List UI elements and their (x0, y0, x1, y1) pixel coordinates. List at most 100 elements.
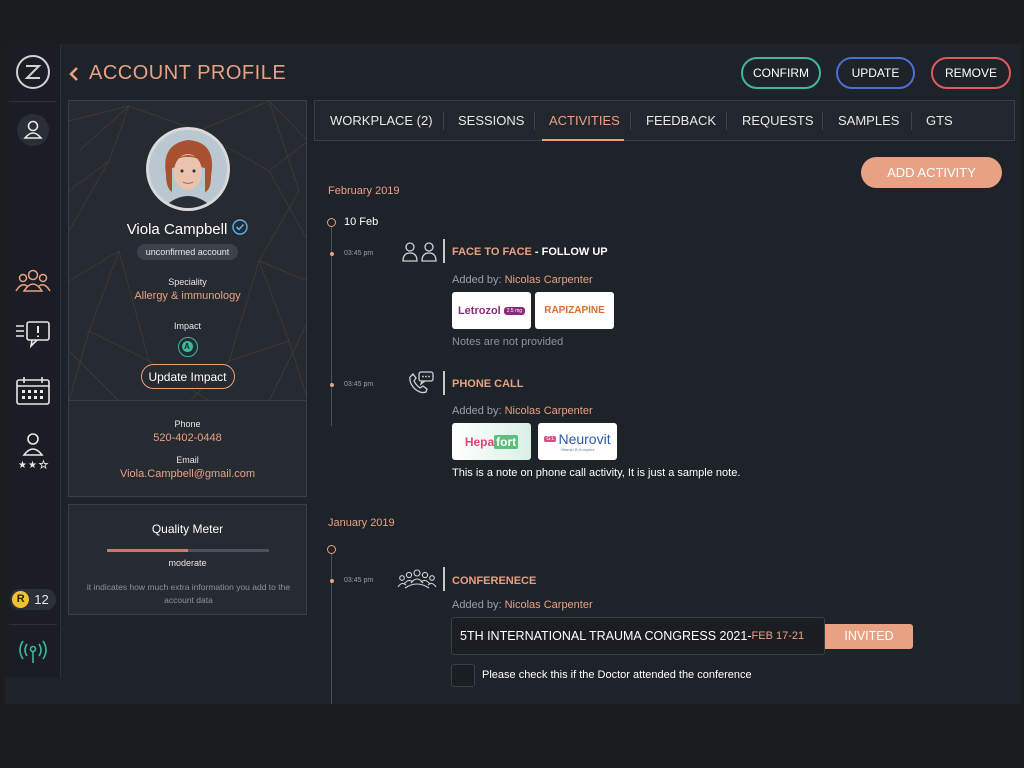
activity-title: FACE TO FACE - FOLLOW UP (452, 246, 608, 258)
points-coin-icon: R (12, 590, 30, 608)
quality-level: moderate (168, 558, 207, 568)
day-marker (327, 218, 336, 227)
phone-value[interactable]: 520-402-0448 (69, 432, 306, 444)
email-label: Email (176, 455, 199, 465)
add-activity-button[interactable]: ADD ACTIVITY (861, 157, 1002, 188)
added-by-prefix: Added by: (452, 599, 505, 611)
quality-meter-track (107, 549, 269, 552)
neurovit-tag: G:L (544, 436, 557, 442)
tab-workplace[interactable]: WORKPLACE (2) (330, 101, 433, 140)
activity-dot (330, 383, 334, 387)
avatar (69, 126, 306, 217)
conference-name: 5TH INTERNATIONAL TRAUMA CONGRESS 2021 (460, 629, 748, 643)
conference-dates: FEB 17-21 (751, 630, 805, 642)
update-impact-button[interactable]: Update Impact (140, 364, 235, 389)
quality-meter-fill (107, 549, 188, 552)
activity-note: Notes are not provided (452, 336, 564, 348)
hepafort-logo-suffix: fort (494, 434, 519, 449)
day-marker (327, 545, 336, 554)
impact-badge: A (69, 337, 306, 362)
activity-accent-bar (443, 239, 445, 263)
face-to-face-icon (400, 240, 440, 264)
activity-title-separator: - (531, 246, 542, 258)
account-status-badge: unconfirmed account (136, 244, 239, 260)
speciality-label: Speciality (168, 277, 207, 287)
quality-description: it indicates how much extra information … (86, 582, 291, 605)
activity-subtype: FOLLOW UP (541, 246, 608, 258)
added-by: Added by: Nicolas Carpenter (452, 405, 593, 417)
alert-message-icon[interactable] (5, 316, 61, 352)
logo-icon[interactable] (5, 52, 61, 92)
phone-label: Phone (174, 419, 201, 429)
calendar-icon[interactable] (5, 373, 61, 409)
activity-dot (330, 579, 334, 583)
svg-text:★: ★ (18, 460, 27, 471)
svg-text:★: ★ (39, 460, 48, 471)
user-icon[interactable] (5, 112, 61, 148)
tab-requests[interactable]: REQUESTS (742, 101, 814, 140)
product-logo-letrozol[interactable]: Letrozol 2.5 mg (452, 292, 531, 329)
conference-icon (397, 568, 437, 592)
tab-sessions[interactable]: SESSIONS (458, 101, 524, 140)
impact-label: Impact (173, 321, 201, 331)
remove-button[interactable]: REMOVE (931, 57, 1011, 89)
signal-icon[interactable] (5, 636, 61, 666)
tab-samples[interactable]: SAMPLES (838, 101, 899, 140)
back-chevron-icon[interactable] (68, 62, 82, 86)
added-by-prefix: Added by: (452, 274, 505, 286)
conference-card[interactable]: 5TH INTERNATIONAL TRAUMA CONGRESS 2021 -… (451, 617, 825, 655)
activity-note: This is a note on phone call activity, I… (452, 467, 741, 479)
added-by: Added by: Nicolas Carpenter (452, 599, 593, 611)
month-header: February 2019 (328, 185, 400, 197)
neurovit-subtitle: Vitamin B-Komplex (560, 447, 595, 452)
product-logo-neurovit[interactable]: G:L Neurovit Vitamin B-Komplex (538, 423, 617, 460)
added-by: Added by: Nicolas Carpenter (452, 274, 593, 286)
hepafort-logo-text: Hepa (464, 434, 495, 449)
activity-time: 03:45 pm (344, 381, 374, 388)
activity-type: FACE TO FACE (452, 246, 532, 258)
profile-name: Viola Campbell (126, 220, 228, 238)
sidebar: ★ ★ ★ R 12 (5, 44, 61, 678)
tab-activities[interactable]: ACTIVITIES (549, 101, 620, 140)
activity-time: 03:45 pm (344, 577, 374, 584)
activity-time: 03:45 pm (344, 250, 374, 257)
speciality-value: Allergy & immunology (134, 290, 241, 302)
month-header: January 2019 (328, 517, 395, 529)
tab-gts[interactable]: GTS (926, 101, 953, 140)
users-group-icon[interactable] (5, 262, 61, 298)
rated-user-icon[interactable]: ★ ★ ★ (5, 430, 61, 472)
activity-accent-bar (443, 371, 445, 395)
confirm-button[interactable]: CONFIRM (741, 57, 821, 89)
neurovit-logo-text: Neurovit (558, 431, 611, 447)
activity-dot (330, 252, 334, 256)
rapizapine-logo-text: RAPIZAPINE (544, 305, 605, 316)
update-button[interactable]: UPDATE (836, 57, 915, 89)
points-value: 12 (34, 591, 49, 607)
points-badge: R 12 (5, 588, 61, 610)
invite-status-badge: INVITED (825, 624, 913, 649)
page-title: ACCOUNT PROFILE (89, 62, 287, 84)
added-by-name[interactable]: Nicolas Carpenter (505, 405, 593, 417)
attended-checkbox[interactable] (451, 664, 475, 687)
quality-meter-card: Quality Meter moderate it indicates how … (68, 504, 307, 615)
product-logo-rapizapine[interactable]: RAPIZAPINE (535, 292, 614, 329)
verified-check-icon (232, 218, 249, 240)
letrozol-logo-text: Letrozol (457, 304, 501, 317)
activity-title: PHONE CALL (452, 378, 524, 390)
email-value[interactable]: Viola.Campbell@gmail.com (69, 468, 306, 480)
added-by-prefix: Added by: (452, 405, 505, 417)
quality-meter-title: Quality Meter (151, 522, 224, 536)
activity-accent-bar (443, 567, 445, 591)
product-logo-hepafort[interactable]: Hepa fort (452, 423, 531, 460)
profile-card: Viola Campbell unconfirmed account Speci… (68, 100, 307, 401)
added-by-name[interactable]: Nicolas Carpenter (505, 599, 593, 611)
active-tab-indicator (542, 139, 624, 141)
timeline-line (331, 226, 332, 426)
impact-value: A (181, 341, 193, 352)
tab-feedback[interactable]: FEEDBACK (646, 101, 716, 140)
added-by-name[interactable]: Nicolas Carpenter (505, 274, 593, 286)
phone-call-icon (406, 371, 446, 395)
svg-text:★: ★ (28, 460, 37, 471)
tab-bar: WORKPLACE (2) SESSIONS ACTIVITIES FEEDBA… (314, 100, 1015, 141)
activity-title: CONFERENECE (452, 575, 537, 587)
